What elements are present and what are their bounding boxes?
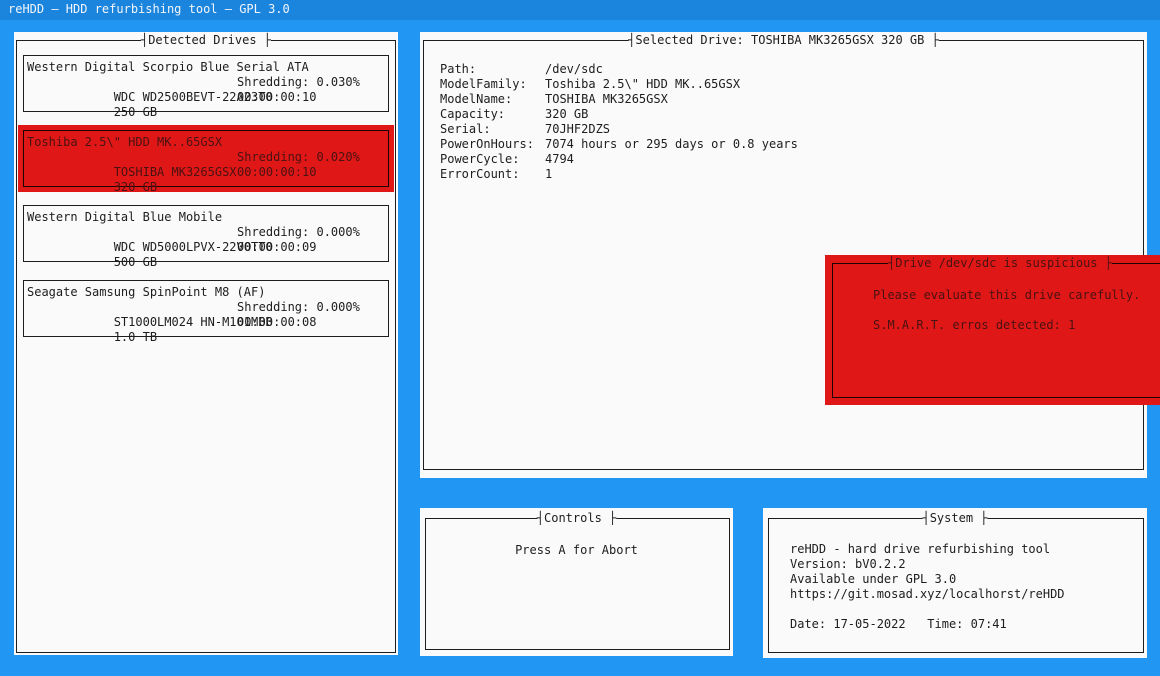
drive-list-item[interactable]: Toshiba 2.5\" HDD MK..65GSX TOSHIBA MK32… [18, 125, 394, 192]
detected-drives-panel: Detected Drives Western Digital Scorpio … [14, 32, 398, 655]
system-info-line: Version: bV0.2.2 [790, 557, 1065, 572]
drive-detail-label: Path: [440, 62, 545, 77]
drive-detail-value: TOSHIBA MK3265GSX [545, 92, 668, 107]
drive-detail-value: 320 GB [545, 107, 588, 122]
drive-detail-row: Serial: 70JHF2DZS [440, 122, 798, 137]
drive-detail-row: PowerOnHours: 7074 hours or 295 days or … [440, 137, 798, 152]
drive-detail-label: ModelName: [440, 92, 545, 107]
drive-name: Western Digital Blue Mobile [27, 210, 385, 225]
drive-capacity-line: 1.0 TB 00:00:00:08 [27, 315, 385, 330]
abort-hint: Press A for Abort [420, 543, 733, 558]
drive-detail-row: PowerCycle: 4794 [440, 152, 798, 167]
drive-detail-label: Capacity: [440, 107, 545, 122]
drive-model-line: WDC WD2500BEVT-22A23T0 Shredding: 0.030% [27, 75, 385, 90]
drive-timer: 00:00:00:10 [237, 90, 316, 105]
drive-box: Seagate Samsung SpinPoint M8 (AF) ST1000… [23, 280, 389, 337]
drive-capacity: 500 GB [114, 255, 157, 269]
warning-message: Please evaluate this drive carefully. [873, 288, 1140, 303]
controls-title: Controls [537, 511, 616, 526]
drive-list-item[interactable]: Western Digital Blue Mobile WDC WD5000LP… [18, 200, 394, 267]
drive-capacity: 250 GB [114, 105, 157, 119]
system-info-line: reHDD - hard drive refurbishing tool [790, 542, 1065, 557]
drive-detail-row: ModelFamily: Toshiba 2.5\" HDD MK..65GSX [440, 77, 798, 92]
drive-name: Seagate Samsung SpinPoint M8 (AF) [27, 285, 385, 300]
drive-capacity: 1.0 TB [114, 330, 157, 344]
drive-detail-value: /dev/sdc [545, 62, 603, 77]
suspicious-drive-warning-dialog: Drive /dev/sdc is suspicious Please eval… [825, 255, 1160, 405]
drive-name: Western Digital Scorpio Blue Serial ATA [27, 60, 385, 75]
drive-detail-label: ModelFamily: [440, 77, 545, 92]
system-info-line [790, 602, 1065, 617]
drive-shredding-status: Shredding: 0.030% [237, 75, 360, 90]
drive-timer: 00:00:00:10 [237, 165, 316, 180]
drive-box: Western Digital Scorpio Blue Serial ATA … [23, 55, 389, 112]
drive-detail-label: PowerCycle: [440, 152, 545, 167]
drive-detail-label: Serial: [440, 122, 545, 137]
drive-detail-label: ErrorCount: [440, 167, 545, 182]
drive-detail-row: Capacity: 320 GB [440, 107, 798, 122]
drive-detail-label: PowerOnHours: [440, 137, 545, 152]
drive-list-item[interactable]: Seagate Samsung SpinPoint M8 (AF) ST1000… [18, 275, 394, 342]
title-bar: reHDD – HDD refurbishing tool – GPL 3.0 [0, 0, 1160, 20]
drive-shredding-status: Shredding: 0.000% [237, 300, 360, 315]
drive-timer: 00:00:00:09 [237, 240, 316, 255]
system-info-line: Available under GPL 3.0 [790, 572, 1065, 587]
drive-detail-value: 1 [545, 167, 552, 182]
drive-shredding-status: Shredding: 0.020% [237, 150, 360, 165]
drive-capacity: 320 GB [114, 180, 157, 194]
drive-model-line: WDC WD5000LPVX-22V0TT0 Shredding: 0.000% [27, 225, 385, 240]
system-info-line: https://git.mosad.xyz/localhorst/reHDD [790, 587, 1065, 602]
drive-timer: 00:00:00:08 [237, 315, 316, 330]
drive-name: Toshiba 2.5\" HDD MK..65GSX [27, 135, 385, 150]
selected-drive-title: Selected Drive: TOSHIBA MK3265GSX 320 GB [628, 33, 939, 48]
drive-model-line: ST1000LM024 HN-M101MBB Shredding: 0.000% [27, 300, 385, 315]
drive-detail-row: ModelName: TOSHIBA MK3265GSX [440, 92, 798, 107]
drive-list: Western Digital Scorpio Blue Serial ATA … [16, 40, 396, 653]
detected-drives-title: Detected Drives [141, 33, 271, 48]
drive-detail-value: 7074 hours or 295 days or 0.8 years [545, 137, 798, 152]
drive-model-line: TOSHIBA MK3265GSX Shredding: 0.020% [27, 150, 385, 165]
system-info-line: Date: 17-05-2022 Time: 07:41 [790, 617, 1065, 632]
system-info: reHDD - hard drive refurbishing tool Ver… [790, 542, 1065, 632]
drive-capacity-line: 250 GB 00:00:00:10 [27, 90, 385, 105]
drive-capacity-line: 500 GB 00:00:00:09 [27, 240, 385, 255]
warning-dialog-title: Drive /dev/sdc is suspicious [888, 256, 1112, 271]
system-panel: System reHDD - hard drive refurbishing t… [763, 508, 1147, 658]
drive-detail-row: ErrorCount: 1 [440, 167, 798, 182]
drive-box: Toshiba 2.5\" HDD MK..65GSX TOSHIBA MK32… [23, 130, 389, 187]
drive-detail-row: Path: /dev/sdc [440, 62, 798, 77]
controls-panel: Controls Press A for Abort [420, 508, 733, 656]
drive-list-item[interactable]: Western Digital Scorpio Blue Serial ATA … [18, 50, 394, 117]
drive-detail-value: 4794 [545, 152, 574, 167]
drive-shredding-status: Shredding: 0.000% [237, 225, 360, 240]
selected-drive-details: Path: /dev/sdc ModelFamily: Toshiba 2.5\… [440, 62, 798, 182]
controls-frame [425, 518, 730, 650]
drive-detail-value: 70JHF2DZS [545, 122, 610, 137]
drive-box: Western Digital Blue Mobile WDC WD5000LP… [23, 205, 389, 262]
smart-error-count: S.M.A.R.T. erros detected: 1 [873, 318, 1075, 333]
drive-detail-value: Toshiba 2.5\" HDD MK..65GSX [545, 77, 740, 92]
drive-capacity-line: 320 GB 00:00:00:10 [27, 165, 385, 180]
system-title: System [922, 511, 987, 526]
